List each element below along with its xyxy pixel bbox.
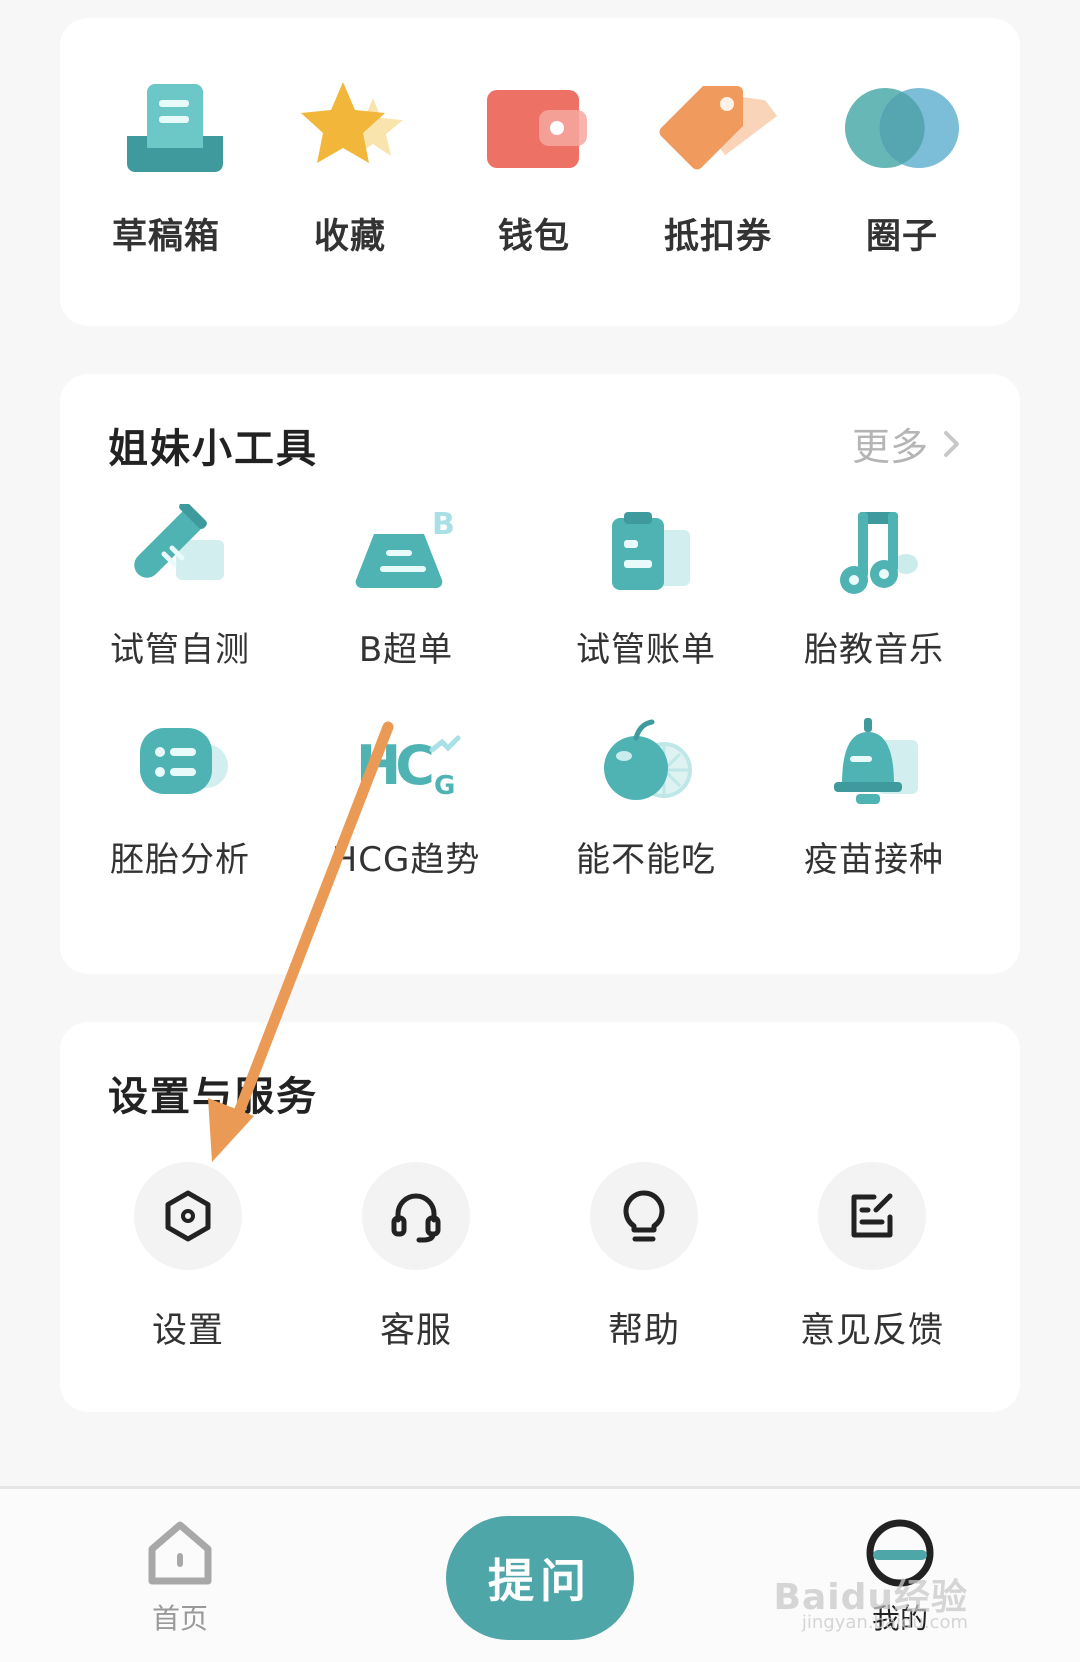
apple-icon: [604, 719, 692, 800]
tool-label: 疫苗接种: [804, 840, 944, 880]
shortcut-label: 钱包: [497, 217, 570, 257]
tool-label: 试管自测: [110, 630, 250, 670]
tool-label: 胚胎分析: [110, 840, 250, 880]
ask-question-button[interactable]: 提问: [446, 1516, 634, 1640]
drafts-tray-icon: [127, 84, 223, 172]
service-help[interactable]: 帮助: [530, 1162, 758, 1353]
shortcut-favorites[interactable]: 收藏: [258, 78, 442, 288]
tool-label: B超单: [358, 630, 454, 670]
hcg-trend-icon: HC G: [356, 734, 461, 801]
service-label: 设置: [151, 1311, 224, 1351]
svg-text:HC: HC: [356, 734, 432, 797]
feedback-edit-icon: [851, 1193, 893, 1238]
shortcut-label: 抵扣券: [663, 217, 772, 257]
more-label: 更多: [851, 425, 928, 469]
more-link[interactable]: 更多: [852, 416, 962, 471]
service-icon-circle: [590, 1162, 698, 1270]
tool-label: HCG趋势: [331, 840, 481, 880]
service-settings[interactable]: 设置: [74, 1162, 302, 1353]
shortcut-circles[interactable]: 圈子: [810, 78, 994, 288]
service-label: 客服: [379, 1311, 452, 1351]
shortcuts-card: 草稿箱 收藏 钱包 抵扣券 圈子: [60, 18, 1020, 326]
tool-label: 试管账单: [576, 630, 716, 670]
service-label: 意见反馈: [799, 1311, 944, 1351]
service-icon-circle: [362, 1162, 470, 1270]
section-title: 设置与服务: [108, 1074, 318, 1120]
svg-text:B: B: [432, 507, 455, 542]
star-icon: [301, 82, 403, 163]
watermark-subtext: jingyan.baidu.com: [801, 1612, 968, 1633]
svg-text:G: G: [434, 771, 455, 801]
embryo-analysis-icon: [140, 728, 228, 794]
tool-can-eat[interactable]: 能不能吃: [526, 714, 766, 914]
tab-label: 首页: [151, 1602, 208, 1635]
chevron-right-icon: [944, 430, 959, 457]
service-feedback[interactable]: 意见反馈: [758, 1162, 986, 1353]
vaccine-bell-icon: [834, 718, 918, 804]
hexagon-settings-icon: [165, 1190, 211, 1242]
tools-card: 姐妹小工具 更多 试管自测 B B超单 试管账单 胎教音乐 胚胎分析 HC G …: [60, 374, 1020, 974]
tool-prenatal-music[interactable]: 胎教音乐: [754, 504, 994, 704]
shortcut-label: 收藏: [313, 217, 386, 257]
shortcut-label: 圈子: [865, 217, 938, 257]
service-customer-support[interactable]: 客服: [302, 1162, 530, 1353]
lightbulb-icon: [623, 1190, 665, 1242]
tool-label: 能不能吃: [576, 840, 716, 880]
tool-embryo-analysis[interactable]: 胚胎分析: [60, 714, 300, 914]
home-icon: [148, 1521, 212, 1585]
tab-home[interactable]: 首页: [110, 1517, 250, 1637]
music-note-icon: [840, 512, 918, 594]
tool-vaccination[interactable]: 疫苗接种: [754, 714, 994, 914]
service-icon-circle: [818, 1162, 926, 1270]
clipboard-bill-icon: [612, 512, 690, 590]
tool-label: 胎教音乐: [804, 630, 944, 670]
headset-icon: [391, 1193, 441, 1243]
test-tube-icon: [134, 504, 224, 580]
shortcut-coupons[interactable]: 抵扣券: [626, 78, 810, 288]
coupon-tag-icon: [659, 86, 778, 170]
services-card: 设置与服务 设置 客服 帮助 意见反馈: [60, 1022, 1020, 1412]
shortcut-wallet[interactable]: 钱包: [442, 78, 626, 288]
circles-icon: [845, 88, 959, 168]
ultrasound-icon: B: [355, 507, 455, 589]
shortcut-drafts[interactable]: 草稿箱: [74, 78, 258, 288]
service-icon-circle: [134, 1162, 242, 1270]
tool-ultrasound[interactable]: B B超单: [286, 504, 526, 704]
tool-ivf-self-test[interactable]: 试管自测: [60, 504, 300, 704]
wallet-icon: [487, 90, 587, 168]
tool-hcg-trend[interactable]: HC G HCG趋势: [286, 714, 526, 914]
service-label: 帮助: [607, 1311, 680, 1351]
shortcut-label: 草稿箱: [111, 217, 220, 257]
section-title: 姐妹小工具: [108, 426, 318, 472]
tool-ivf-bill[interactable]: 试管账单: [526, 504, 766, 704]
